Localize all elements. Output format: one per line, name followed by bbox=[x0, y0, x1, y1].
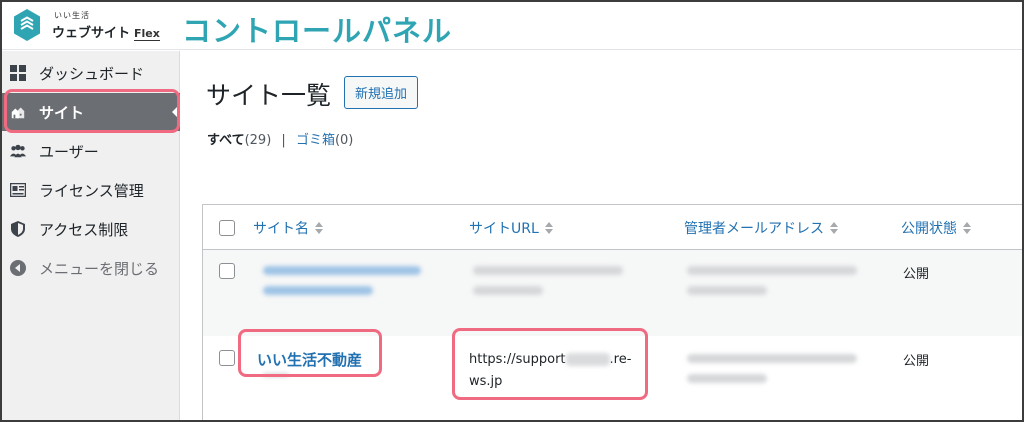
sort-icon bbox=[544, 222, 553, 234]
filter-all-label: すべて bbox=[207, 133, 245, 148]
filter-trash[interactable]: ゴミ箱(0) bbox=[296, 133, 353, 148]
column-label: 管理者メールアドレス bbox=[684, 221, 824, 237]
window: いい生活 ウェブサイト Flex コントロールパネル ダッシュボード サイト ユー… bbox=[0, 0, 1024, 422]
column-label: サイト名 bbox=[253, 221, 309, 237]
filter-trash-count: (0) bbox=[334, 133, 354, 148]
highlight-box-site-name bbox=[238, 329, 382, 377]
sidebar-item-label: ダッシュボード bbox=[39, 65, 145, 83]
sidebar-item-label: ライセンス管理 bbox=[39, 182, 144, 200]
blurred-admin-email bbox=[687, 266, 857, 275]
logo-tagline: いい生活 bbox=[54, 11, 90, 20]
sidebar-item-label: アクセス制限 bbox=[39, 221, 129, 239]
status-filters: すべて(29) | ゴミ箱(0) bbox=[207, 129, 353, 148]
status-badge: 公開 bbox=[903, 354, 930, 369]
highlight-box-site-url bbox=[452, 328, 648, 400]
sort-icon bbox=[830, 222, 838, 234]
highlight-box-site-menu bbox=[4, 89, 180, 133]
filter-all-count: (29) bbox=[244, 133, 272, 148]
sidebar-item-dashboard[interactable]: ダッシュボード bbox=[2, 54, 180, 92]
blurred-admin-email bbox=[687, 374, 767, 383]
blurred-site-name[interactable] bbox=[263, 266, 421, 275]
logo-text: ウェブサイト Flex bbox=[52, 22, 160, 41]
blurred-site-name bbox=[263, 286, 373, 295]
column-header-admin-email[interactable]: 管理者メールアドレス bbox=[684, 218, 838, 238]
sidebar-item-users[interactable]: ユーザー bbox=[2, 132, 180, 170]
filter-separator: | bbox=[281, 133, 286, 148]
sidebar-item-label: メニューを閉じる bbox=[39, 260, 160, 278]
table-header: サイト名 サイトURL 管理者メールアドレス 公開状態 bbox=[203, 205, 1022, 250]
blurred-admin-email bbox=[687, 286, 767, 295]
blurred-admin-email bbox=[687, 354, 857, 363]
column-header-status[interactable]: 公開状態 bbox=[901, 218, 971, 238]
license-icon bbox=[10, 182, 26, 198]
dashboard-icon bbox=[10, 65, 26, 81]
sort-icon bbox=[963, 222, 971, 234]
sidebar-item-label: ユーザー bbox=[39, 143, 99, 161]
page-title: サイト一覧 bbox=[206, 81, 332, 110]
panel-title: コントロールパネル bbox=[182, 14, 453, 48]
filter-all[interactable]: すべて(29) bbox=[207, 133, 271, 148]
sidebar-item-access-restriction[interactable]: アクセス制限 bbox=[2, 210, 180, 248]
filter-trash-label: ゴミ箱 bbox=[295, 133, 335, 148]
logo-icon bbox=[12, 8, 42, 42]
logo-main-text: ウェブサイト bbox=[52, 26, 131, 41]
column-label: サイトURL bbox=[469, 221, 539, 237]
column-header-site-name[interactable]: サイト名 bbox=[253, 218, 323, 238]
row-checkbox[interactable] bbox=[219, 350, 235, 366]
blurred-site-url bbox=[473, 286, 543, 295]
shield-icon bbox=[10, 221, 26, 237]
status-badge: 公開 bbox=[903, 267, 930, 282]
users-icon bbox=[10, 143, 26, 159]
table-row: 公開 bbox=[203, 250, 1022, 336]
column-label: 公開状態 bbox=[901, 221, 957, 237]
logo-flex-text: Flex bbox=[134, 27, 160, 41]
collapse-icon bbox=[10, 260, 26, 276]
column-header-site-url[interactable]: サイトURL bbox=[469, 218, 553, 238]
sidebar-item-license[interactable]: ライセンス管理 bbox=[2, 171, 180, 209]
sort-icon bbox=[315, 222, 323, 234]
blurred-site-url bbox=[473, 266, 623, 275]
sidebar-item-collapse-menu[interactable]: メニューを閉じる bbox=[2, 249, 180, 287]
add-new-button[interactable]: 新規追加 bbox=[344, 76, 419, 109]
top-bar: いい生活 ウェブサイト Flex コントロールパネル bbox=[2, 2, 1022, 50]
row-checkbox[interactable] bbox=[219, 263, 235, 279]
select-all-checkbox[interactable] bbox=[219, 220, 235, 236]
